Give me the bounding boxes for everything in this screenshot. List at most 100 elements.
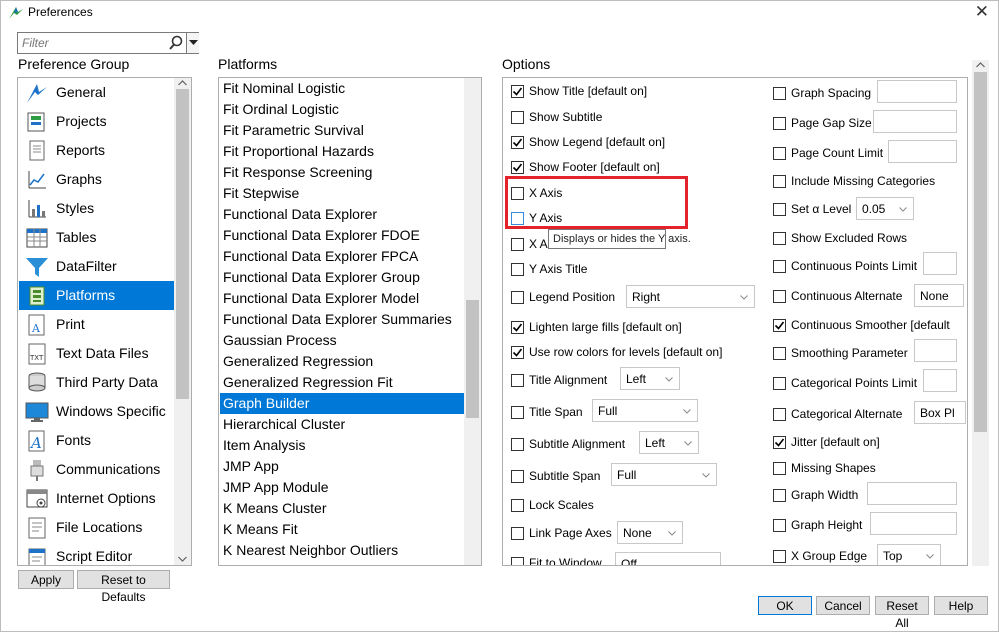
scroll-up-icon[interactable] <box>178 80 187 86</box>
platform-item[interactable]: K Nearest Neighbor Outliers <box>220 540 465 561</box>
platform-item[interactable]: Fit Nominal Logistic <box>220 78 465 99</box>
platform-item[interactable]: Functional Data Explorer FPCA <box>220 246 465 267</box>
checkbox[interactable] <box>511 406 524 419</box>
platform-item-selected[interactable]: Graph Builder <box>220 393 465 414</box>
checkbox[interactable] <box>511 291 524 304</box>
checkbox[interactable] <box>773 377 786 390</box>
pref-group-third-party-data[interactable]: Third Party Data <box>19 368 175 397</box>
graph-spacing-input[interactable] <box>877 80 957 103</box>
pref-group-text-data-files[interactable]: TXT Text Data Files <box>19 339 175 368</box>
title-alignment-select[interactable]: Left <box>620 367 680 390</box>
subtitle-alignment-select[interactable]: Left <box>639 431 699 454</box>
platform-item[interactable]: Generalized Regression <box>220 351 465 372</box>
checkbox[interactable] <box>773 147 786 160</box>
platform-item[interactable]: Functional Data Explorer Group <box>220 267 465 288</box>
checkbox[interactable] <box>511 136 524 149</box>
checkbox[interactable] <box>773 462 786 475</box>
checkbox[interactable] <box>773 260 786 273</box>
pref-group-tables[interactable]: Tables <box>19 223 175 252</box>
pref-group-internet-options[interactable]: Internet Options <box>19 484 175 513</box>
checkbox[interactable] <box>511 161 524 174</box>
checkbox[interactable] <box>511 346 524 359</box>
preference-group-scrollbar[interactable] <box>174 78 191 565</box>
legend-position-select[interactable]: Right <box>626 285 755 308</box>
checkbox[interactable] <box>773 319 786 332</box>
checkbox[interactable] <box>511 499 524 512</box>
checkbox[interactable] <box>511 238 524 251</box>
scrollbar-thumb[interactable] <box>176 89 189 399</box>
fit-to-window-select[interactable]: Off <box>615 552 721 565</box>
checkbox[interactable] <box>773 436 786 449</box>
platforms-list[interactable]: Fit Nominal Logistic Fit Ordinal Logisti… <box>218 77 482 566</box>
platform-item[interactable]: Functional Data Explorer FDOE <box>220 225 465 246</box>
pref-group-file-locations[interactable]: File Locations <box>19 513 175 542</box>
continuous-alternate-select[interactable]: None <box>914 284 964 307</box>
pref-group-windows-specific[interactable]: Windows Specific <box>19 397 175 426</box>
pref-group-platforms[interactable]: Platforms <box>19 281 175 310</box>
checkbox[interactable] <box>773 519 786 532</box>
search-icon[interactable] <box>167 34 185 52</box>
checkbox[interactable] <box>773 550 786 563</box>
cancel-button[interactable]: Cancel <box>816 596 870 615</box>
platform-item[interactable]: Item Analysis <box>220 435 465 456</box>
filter-input[interactable] <box>20 35 165 51</box>
platform-item[interactable]: Fit Parametric Survival <box>220 120 465 141</box>
scroll-down-icon[interactable] <box>178 556 187 562</box>
close-icon[interactable]: ✕ <box>975 2 989 22</box>
graph-height-input[interactable] <box>870 512 957 535</box>
subtitle-span-select[interactable]: Full <box>611 463 717 486</box>
x-group-edge-select[interactable]: Top <box>877 544 941 565</box>
platform-item[interactable]: Functional Data Explorer <box>220 204 465 225</box>
pref-group-fonts[interactable]: A Fonts <box>19 426 175 455</box>
pref-group-graphs[interactable]: Graphs <box>19 165 175 194</box>
scrollbar-thumb[interactable] <box>974 72 987 432</box>
platform-item[interactable]: Generalized Regression Fit <box>220 372 465 393</box>
platform-item[interactable]: Hierarchical Cluster <box>220 414 465 435</box>
checkbox[interactable] <box>773 203 786 216</box>
pref-group-reports[interactable]: Reports <box>19 136 175 165</box>
page-count-limit-input[interactable] <box>888 140 957 163</box>
apply-button[interactable]: Apply <box>18 570 74 589</box>
reset-all-button[interactable]: Reset All <box>875 596 929 630</box>
graph-width-input[interactable] <box>867 482 957 505</box>
checkbox[interactable] <box>773 87 786 100</box>
platforms-scrollbar[interactable] <box>464 78 481 565</box>
platform-item[interactable]: K Means Cluster <box>220 498 465 519</box>
filter-box[interactable] <box>17 32 199 54</box>
checkbox[interactable] <box>773 290 786 303</box>
checkbox[interactable] <box>511 527 524 540</box>
platform-item[interactable]: K Means Fit <box>220 519 465 540</box>
checkbox[interactable] <box>773 347 786 360</box>
scrollbar-thumb[interactable] <box>466 300 479 418</box>
checkbox[interactable] <box>511 111 524 124</box>
page-gap-size-input[interactable] <box>873 110 957 133</box>
checkbox[interactable] <box>511 374 524 387</box>
pref-group-print[interactable]: A Print <box>19 310 175 339</box>
checkbox[interactable] <box>773 117 786 130</box>
platform-item[interactable]: Gaussian Process <box>220 330 465 351</box>
pref-group-script-editor[interactable]: Script Editor <box>19 542 175 565</box>
checkbox[interactable] <box>511 85 524 98</box>
preference-group-list[interactable]: General Projects Reports Graphs Styles T… <box>17 77 192 566</box>
pref-group-general[interactable]: General <box>19 78 175 107</box>
pref-group-communications[interactable]: Communications <box>19 455 175 484</box>
title-span-select[interactable]: Full <box>592 399 698 422</box>
pref-group-styles[interactable]: Styles <box>19 194 175 223</box>
reset-to-defaults-button[interactable]: Reset to Defaults <box>77 570 170 604</box>
platform-item[interactable]: Functional Data Explorer Model <box>220 288 465 309</box>
checkbox[interactable] <box>511 438 524 451</box>
platform-item[interactable]: Fit Ordinal Logistic <box>220 99 465 120</box>
platform-item[interactable]: Functional Data Explorer Summaries <box>220 309 465 330</box>
help-button[interactable]: Help <box>934 596 988 615</box>
platform-item[interactable]: JMP App <box>220 456 465 477</box>
categorical-alternate-select[interactable]: Box Pl <box>914 401 966 424</box>
pref-group-projects[interactable]: Projects <box>19 107 175 136</box>
checkbox[interactable] <box>773 175 786 188</box>
categorical-points-limit-input[interactable] <box>923 369 957 392</box>
options-scrollbar[interactable] <box>972 60 989 566</box>
platform-item[interactable]: Fit Stepwise <box>220 183 465 204</box>
checkbox[interactable] <box>511 263 524 276</box>
filter-dropdown-button[interactable] <box>186 33 199 53</box>
platform-item[interactable]: Fit Response Screening <box>220 162 465 183</box>
checkbox[interactable] <box>511 557 524 565</box>
